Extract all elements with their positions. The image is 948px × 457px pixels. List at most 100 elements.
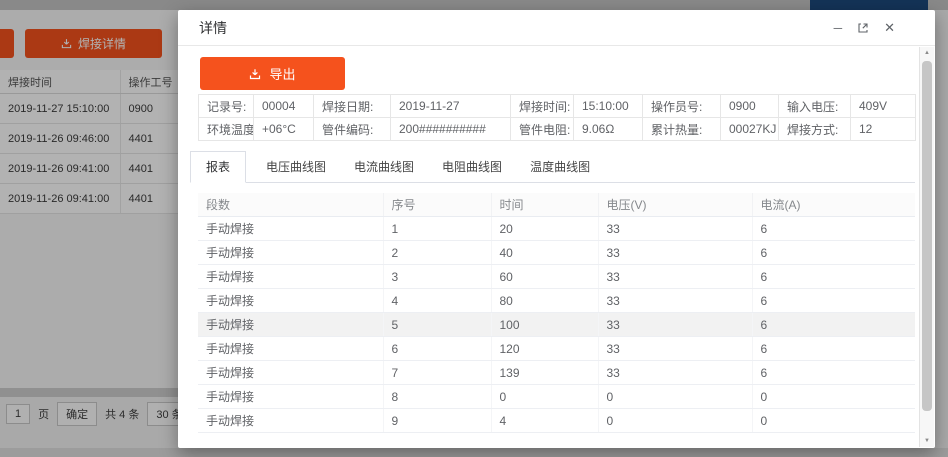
modal-header: 详情 ─ ✕ (178, 10, 935, 46)
table-cell: 100 (491, 313, 598, 337)
table-row[interactable]: 手动焊接360336 (198, 265, 915, 289)
table-cell: 33 (598, 241, 752, 265)
info-value: 12 (851, 118, 916, 141)
info-row: 记录号:00004焊接日期:2019-11-27焊接时间:15:10:00操作员… (199, 95, 916, 118)
screen: 焊接详情 焊接时间 操作工号 2019-11-27 15:10:00090020… (0, 0, 948, 457)
table-cell: 手动焊接 (198, 409, 383, 433)
table-row[interactable]: 手动焊接240336 (198, 241, 915, 265)
info-value: 00027KJ (721, 118, 779, 141)
info-value: 0900 (721, 95, 779, 118)
table-cell: 139 (491, 361, 598, 385)
info-label: 环境温度: (199, 118, 254, 141)
tab-温度曲线图[interactable]: 温度曲线图 (522, 152, 598, 182)
report-table: 段数 序号 时间 电压(V) 电流(A) 手动焊接120336手动焊接24033… (198, 193, 915, 433)
info-value: 200########## (391, 118, 511, 141)
scroll-down-icon[interactable]: ▼ (920, 435, 934, 447)
table-cell: 6 (383, 337, 491, 361)
table-cell: 4 (383, 289, 491, 313)
info-label: 焊接方式: (779, 118, 851, 141)
table-cell: 6 (752, 337, 915, 361)
info-value: 409V (851, 95, 916, 118)
table-cell: 0 (752, 385, 915, 409)
tab-bar: 报表电压曲线图电流曲线图电阻曲线图温度曲线图 (190, 152, 915, 183)
table-cell: 40 (491, 241, 598, 265)
detail-modal: 详情 ─ ✕ 导出 (178, 10, 935, 448)
table-cell: 手动焊接 (198, 385, 383, 409)
table-row[interactable]: 手动焊接480336 (198, 289, 915, 313)
table-row[interactable]: 手动焊接6120336 (198, 337, 915, 361)
table-cell: 6 (752, 313, 915, 337)
table-row[interactable]: 手动焊接5100336 (198, 313, 915, 337)
table-cell: 6 (752, 289, 915, 313)
info-label: 操作员号: (643, 95, 721, 118)
tab-电流曲线图[interactable]: 电流曲线图 (346, 152, 422, 182)
export-button[interactable]: 导出 (200, 57, 345, 90)
window-controls: ─ ✕ (834, 21, 895, 34)
table-cell: 6 (752, 265, 915, 289)
column-header[interactable]: 时间 (491, 193, 598, 217)
tab-电压曲线图[interactable]: 电压曲线图 (258, 152, 334, 182)
modal-scrollbar[interactable]: ▲ ▼ (919, 47, 934, 447)
table-cell: 1 (383, 217, 491, 241)
info-value: 9.06Ω (574, 118, 643, 141)
info-value: 00004 (254, 95, 314, 118)
table-cell: 0 (752, 409, 915, 433)
table-cell: 0 (598, 409, 752, 433)
table-cell: 80 (491, 289, 598, 313)
table-row[interactable]: 手动焊接7139336 (198, 361, 915, 385)
table-cell: 6 (752, 361, 915, 385)
info-label: 管件电阻: (511, 118, 574, 141)
table-cell: 手动焊接 (198, 265, 383, 289)
minimize-icon[interactable]: ─ (834, 22, 843, 34)
table-cell: 6 (752, 217, 915, 241)
table-cell: 20 (491, 217, 598, 241)
table-row[interactable]: 手动焊接9400 (198, 409, 915, 433)
table-cell: 7 (383, 361, 491, 385)
table-cell: 60 (491, 265, 598, 289)
maximize-icon[interactable] (857, 22, 869, 34)
table-row[interactable]: 手动焊接120336 (198, 217, 915, 241)
table-cell: 手动焊接 (198, 241, 383, 265)
column-header[interactable]: 段数 (198, 193, 383, 217)
table-cell: 33 (598, 217, 752, 241)
table-cell: 120 (491, 337, 598, 361)
record-info-grid: 记录号:00004焊接日期:2019-11-27焊接时间:15:10:00操作员… (198, 94, 916, 141)
table-cell: 33 (598, 337, 752, 361)
tab-报表[interactable]: 报表 (190, 151, 246, 183)
info-label: 记录号: (199, 95, 254, 118)
table-cell: 33 (598, 313, 752, 337)
table-row[interactable]: 手动焊接8000 (198, 385, 915, 409)
table-cell: 手动焊接 (198, 217, 383, 241)
table-cell: 手动焊接 (198, 289, 383, 313)
scroll-up-icon[interactable]: ▲ (920, 47, 934, 59)
table-cell: 6 (752, 241, 915, 265)
tab-电阻曲线图[interactable]: 电阻曲线图 (434, 152, 510, 182)
table-cell: 33 (598, 265, 752, 289)
column-header[interactable]: 序号 (383, 193, 491, 217)
scrollbar-thumb[interactable] (922, 61, 932, 411)
column-header[interactable]: 电流(A) (752, 193, 915, 217)
table-cell: 手动焊接 (198, 313, 383, 337)
table-cell: 0 (598, 385, 752, 409)
info-label: 焊接时间: (511, 95, 574, 118)
info-value: 2019-11-27 (391, 95, 511, 118)
export-label: 导出 (269, 64, 295, 83)
info-label: 管件编码: (314, 118, 391, 141)
table-cell: 8 (383, 385, 491, 409)
modal-title: 详情 (199, 18, 227, 38)
info-label: 焊接日期: (314, 95, 391, 118)
table-cell: 手动焊接 (198, 337, 383, 361)
column-header[interactable]: 电压(V) (598, 193, 752, 217)
table-cell: 9 (383, 409, 491, 433)
table-cell: 33 (598, 289, 752, 313)
table-cell: 33 (598, 361, 752, 385)
table-cell: 3 (383, 265, 491, 289)
table-cell: 5 (383, 313, 491, 337)
close-icon[interactable]: ✕ (884, 21, 895, 34)
table-cell: 0 (491, 385, 598, 409)
export-icon (249, 68, 261, 80)
info-label: 累计热量: (643, 118, 721, 141)
table-header-row: 段数 序号 时间 电压(V) 电流(A) (198, 193, 915, 217)
info-row: 环境温度:+06°C管件编码:200##########管件电阻:9.06Ω累计… (199, 118, 916, 141)
info-value: +06°C (254, 118, 314, 141)
